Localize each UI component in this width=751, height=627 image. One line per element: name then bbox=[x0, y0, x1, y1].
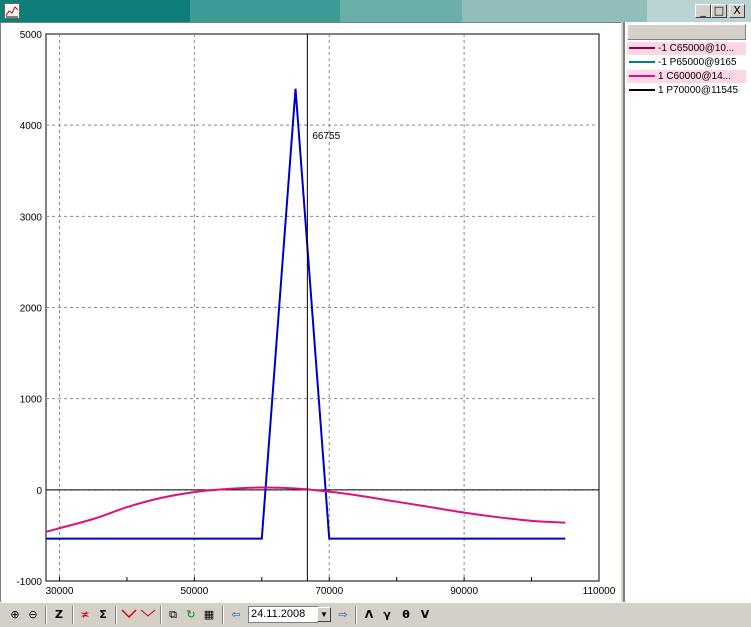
toolbar-separator bbox=[45, 606, 47, 624]
x-tick-label: 50000 bbox=[180, 586, 208, 597]
calendar-icon[interactable]: ▦ bbox=[200, 606, 218, 624]
chart-icon-glyph bbox=[5, 6, 19, 18]
y-tick-label: 0 bbox=[36, 486, 42, 497]
minimize-button[interactable]: _ bbox=[695, 4, 711, 18]
cursor-label: 66755 bbox=[312, 131, 340, 142]
date-dropdown-button[interactable]: ▼ bbox=[317, 607, 331, 622]
payoff-shape-alt-icon[interactable] bbox=[139, 606, 157, 624]
legend-item[interactable]: -1 C65000@10... bbox=[627, 42, 746, 55]
close-button[interactable]: X bbox=[729, 4, 745, 18]
y-tick-label: 4000 bbox=[20, 121, 43, 132]
legend-swatch bbox=[629, 47, 655, 50]
x-tick-label: 70000 bbox=[315, 586, 343, 597]
x-tick-label: 110000 bbox=[583, 586, 616, 597]
bottom-toolbar: ⊕ ⊖ Z ≭ Σ ⧉ ↻ ▦ ⇦ 24.11.2008 ▼ ⇨ Λ γ θ V bbox=[0, 602, 751, 627]
refresh-icon[interactable]: ↻ bbox=[182, 606, 200, 624]
sigma-button[interactable]: Σ bbox=[94, 606, 112, 624]
legend-label: 1 P70000@11545 bbox=[658, 85, 739, 96]
legend-swatch bbox=[629, 89, 655, 92]
payoff-shape-icon[interactable] bbox=[120, 606, 138, 624]
toolbar-separator bbox=[355, 606, 357, 624]
chart-area[interactable]: 30000 50000 70000 90000 110000 -1000 0 1000 2000… bbox=[0, 22, 621, 602]
gamma-button[interactable]: γ bbox=[378, 606, 396, 624]
toolbar-separator bbox=[72, 606, 74, 624]
y-tick-label: 1000 bbox=[20, 395, 43, 406]
legend-item[interactable]: 1 C60000@14... bbox=[627, 70, 746, 83]
chart-icon[interactable] bbox=[4, 3, 20, 19]
toolbar-separator bbox=[160, 606, 162, 624]
y-tick-label: 3000 bbox=[20, 212, 43, 223]
y-tick-label: 2000 bbox=[20, 304, 43, 315]
y-tick-label: -1000 bbox=[16, 577, 42, 588]
cross-lines-icon[interactable]: ≭ bbox=[76, 606, 94, 624]
title-bar: _ □ X bbox=[0, 0, 751, 22]
legend-label: 1 C60000@14... bbox=[658, 71, 731, 82]
theta-button[interactable]: θ bbox=[397, 606, 415, 624]
legend-panel: -1 C65000@10... -1 P65000@9165 1 C60000@14… bbox=[623, 22, 751, 602]
payoff-shape-alt-glyph bbox=[140, 609, 156, 617]
maximize-button[interactable]: □ bbox=[711, 4, 727, 18]
legend-label: -1 P65000@9165 bbox=[658, 57, 737, 68]
date-back-icon[interactable]: ⇦ bbox=[227, 606, 245, 624]
x-tick-label: 30000 bbox=[46, 586, 74, 597]
z-button[interactable]: Z bbox=[50, 606, 68, 624]
legend-swatch bbox=[629, 61, 655, 64]
legend-item[interactable]: 1 P70000@11545 bbox=[627, 84, 746, 97]
toolbar-separator bbox=[222, 606, 224, 624]
date-field[interactable]: 24.11.2008 bbox=[248, 606, 318, 623]
x-tick-label: 90000 bbox=[450, 586, 478, 597]
vega-button[interactable]: V bbox=[416, 606, 434, 624]
alpha-button[interactable]: Λ bbox=[360, 606, 378, 624]
y-tick-label: 5000 bbox=[20, 30, 43, 41]
zoom-out-icon[interactable]: ⊖ bbox=[24, 606, 42, 624]
payoff-shape-glyph bbox=[121, 609, 137, 619]
zoom-in-icon[interactable]: ⊕ bbox=[6, 606, 24, 624]
payoff-chart[interactable]: 30000 50000 70000 90000 110000 -1000 0 1000 2000… bbox=[1, 23, 620, 601]
legend-swatch bbox=[629, 75, 655, 78]
date-forward-icon[interactable]: ⇨ bbox=[334, 606, 352, 624]
legend-label: -1 C65000@10... bbox=[658, 43, 735, 54]
copy-icon[interactable]: ⧉ bbox=[164, 606, 182, 624]
legend-header[interactable] bbox=[627, 24, 746, 40]
toolbar-separator bbox=[115, 606, 117, 624]
legend-item[interactable]: -1 P65000@9165 bbox=[627, 56, 746, 69]
